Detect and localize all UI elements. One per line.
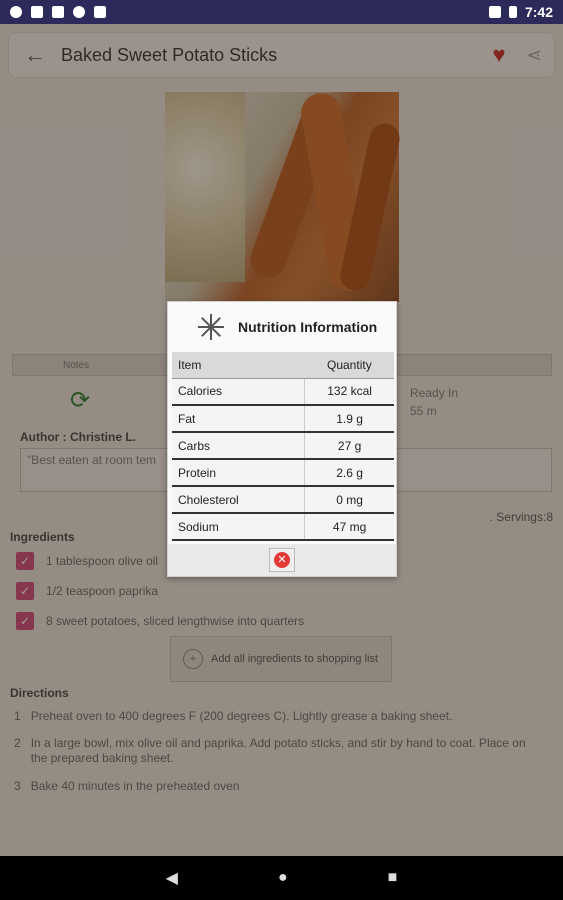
wifi-icon xyxy=(52,6,64,18)
status-bar: 7:42 xyxy=(0,0,563,24)
nutrient-quantity: 1.9 g xyxy=(304,405,394,433)
nutrient-name: Carbs xyxy=(172,432,305,460)
nutrition-table: Item Quantity Calories 132 kcal Fat 1.9 … xyxy=(172,352,394,541)
close-dialog-button[interactable]: ✕ xyxy=(269,548,295,572)
nav-home-icon[interactable]: ● xyxy=(278,869,288,887)
column-header-item: Item xyxy=(172,352,305,379)
settings-icon xyxy=(10,6,22,18)
nutrient-name: Sodium xyxy=(172,513,305,541)
status-time: 7:42 xyxy=(524,4,553,20)
dialog-footer: ✕ xyxy=(168,544,396,576)
table-row: Cholesterol 0 mg xyxy=(172,486,394,514)
table-header-row: Item Quantity xyxy=(172,352,394,379)
table-row: Protein 2.6 g xyxy=(172,459,394,487)
nutrient-quantity: 0 mg xyxy=(304,486,394,514)
table-row: Fat 1.9 g xyxy=(172,405,394,433)
nutrient-name: Cholesterol xyxy=(172,486,305,514)
table-row: Calories 132 kcal xyxy=(172,378,394,406)
dialog-title: Nutrition Information xyxy=(238,319,378,335)
nav-recents-icon[interactable]: ■ xyxy=(388,869,398,887)
sync-icon xyxy=(73,6,85,18)
system-nav-bar: ◀ ● ■ xyxy=(0,856,563,900)
signal-icon xyxy=(488,6,501,18)
table-row: Sodium 47 mg xyxy=(172,513,394,541)
nutrient-name: Protein xyxy=(172,459,305,487)
column-header-quantity: Quantity xyxy=(304,352,394,379)
battery-icon xyxy=(508,6,517,18)
nutrient-quantity: 27 g xyxy=(304,432,394,460)
nutrient-quantity: 132 kcal xyxy=(304,378,394,406)
table-row: Carbs 27 g xyxy=(172,432,394,460)
nutrient-quantity: 2.6 g xyxy=(304,459,394,487)
nutrition-icon xyxy=(198,314,224,340)
sd-card-icon xyxy=(94,6,106,18)
nutrient-name: Calories xyxy=(172,378,305,406)
nav-back-icon[interactable]: ◀ xyxy=(166,868,178,888)
dialog-header: Nutrition Information xyxy=(168,302,396,352)
nutrient-quantity: 47 mg xyxy=(304,513,394,541)
close-icon: ✕ xyxy=(274,552,290,568)
nutrient-name: Fat xyxy=(172,405,305,433)
notification-icon xyxy=(31,6,43,18)
nutrition-dialog: Nutrition Information Item Quantity Calo… xyxy=(167,301,397,577)
